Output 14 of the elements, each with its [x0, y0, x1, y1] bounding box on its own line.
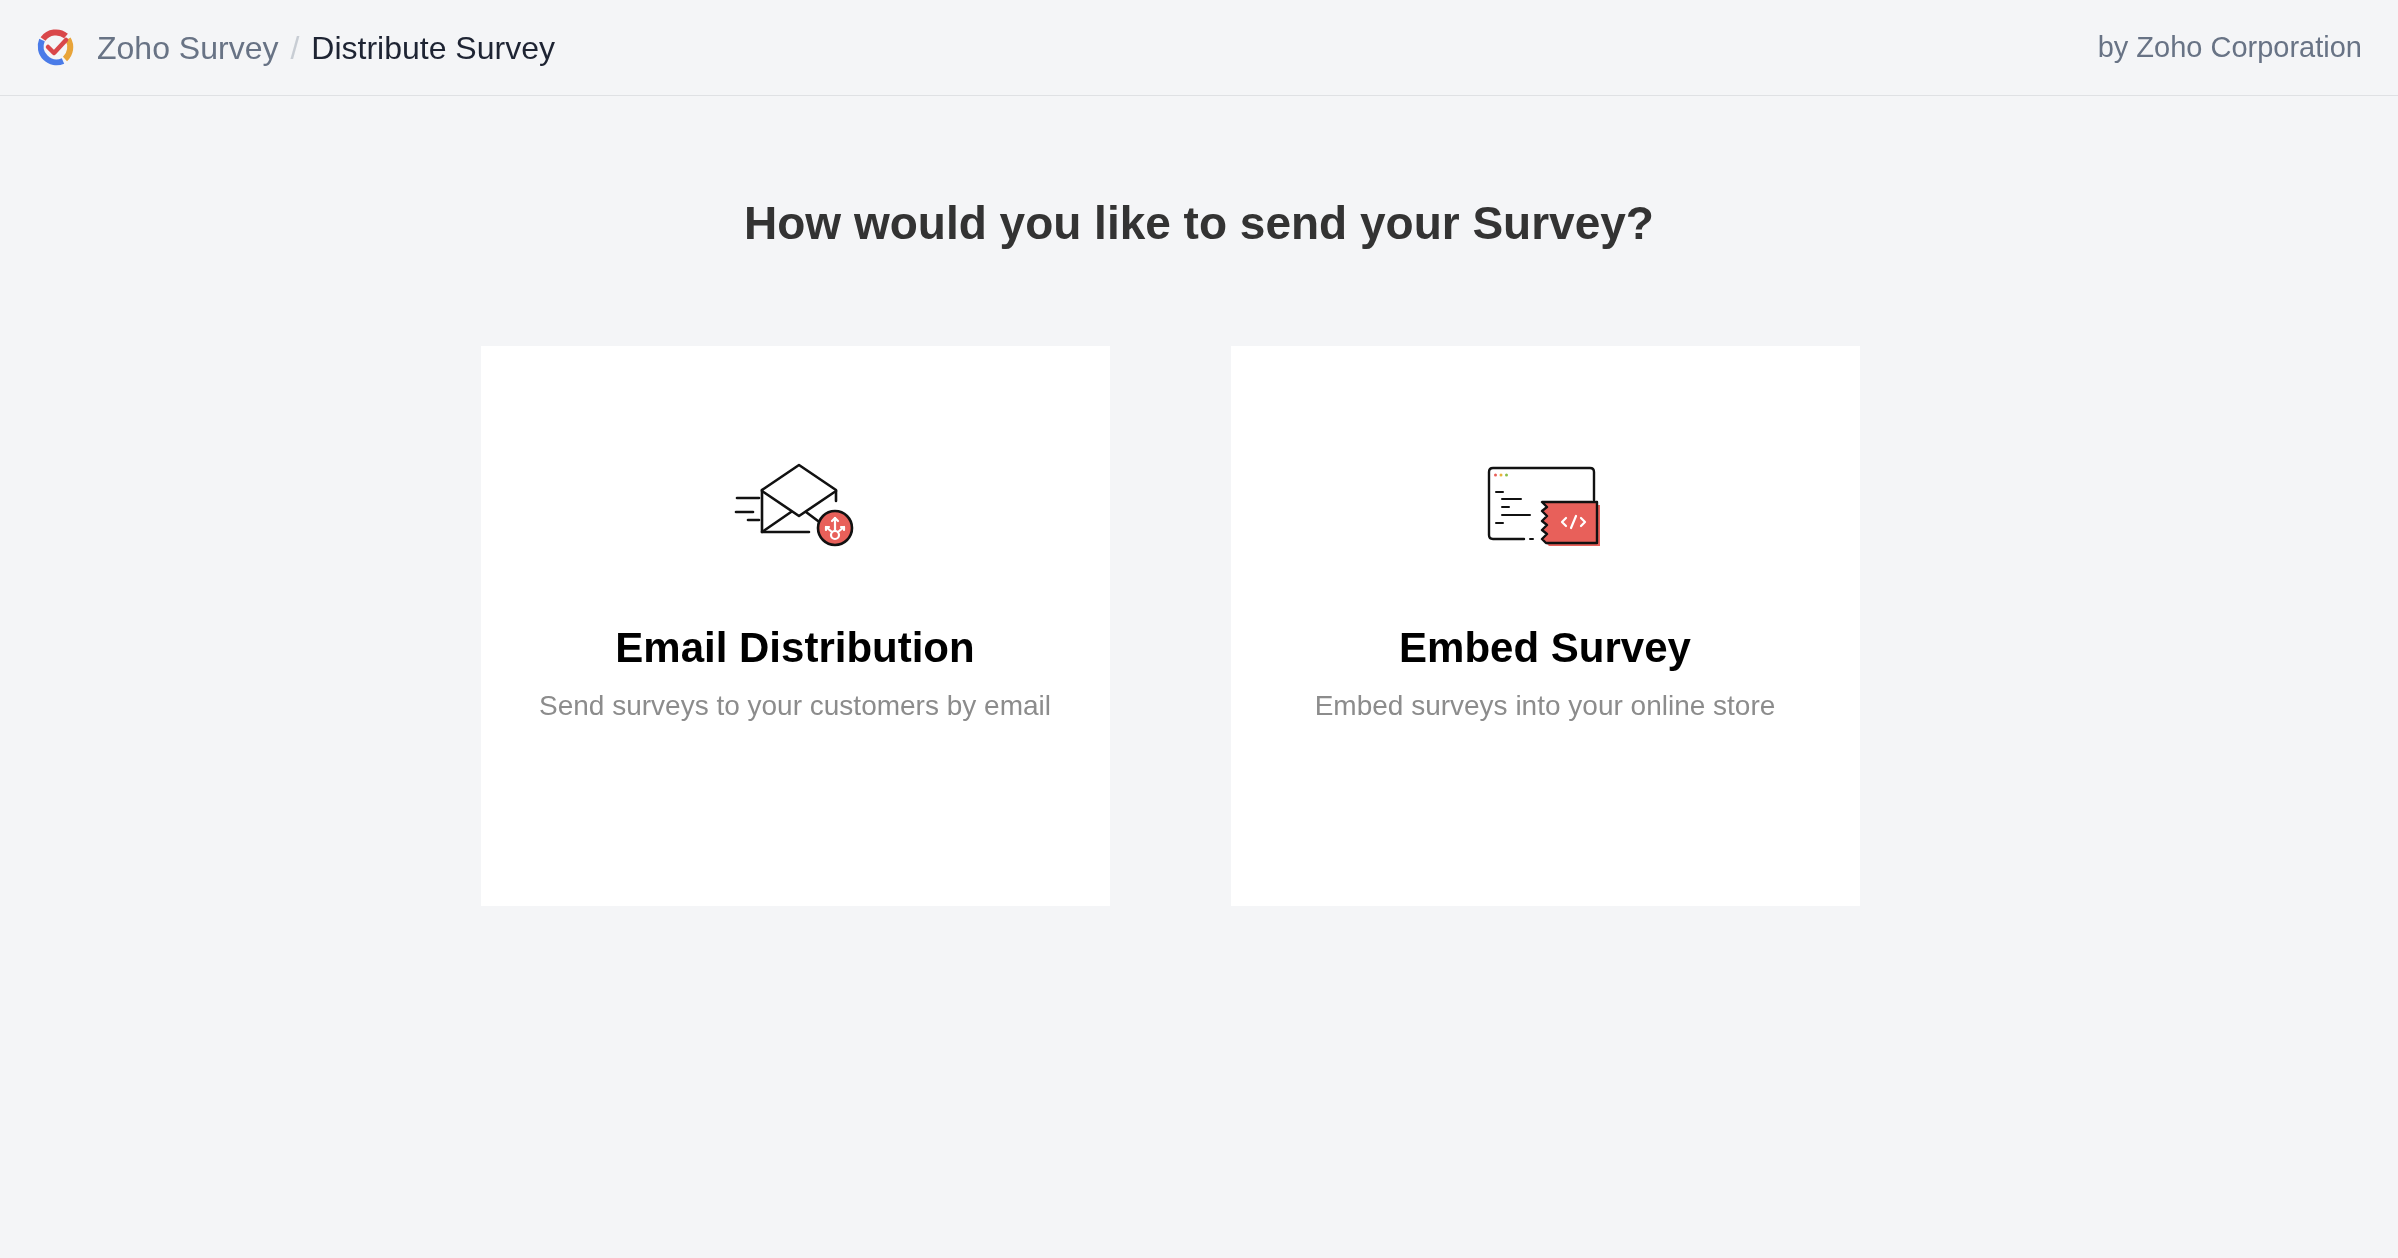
page-heading: How would you like to send your Survey? — [743, 196, 1655, 250]
option-description: Send surveys to your customers by email — [539, 689, 1051, 723]
envelope-icon — [734, 463, 856, 549]
vendor-label: by Zoho Corporation — [2097, 29, 2362, 65]
code-window-icon — [1487, 465, 1603, 547]
option-description: Embed surveys into your online store — [1314, 689, 1776, 723]
app-name[interactable]: Zoho Survey — [97, 23, 279, 72]
page-title: Distribute Survey — [311, 28, 555, 68]
option-card[interactable]: Embed Survey Embed surveys into your online store — [1230, 346, 1860, 906]
option-card[interactable]: Email Distribution Send surveys to your customers by email — [480, 346, 1110, 906]
breadcrumb-separator: / — [290, 28, 300, 68]
option-title: Embed Survey — [1399, 623, 1691, 673]
option-title: Email Distribution — [615, 623, 975, 673]
logo-icon — [35, 27, 75, 68]
